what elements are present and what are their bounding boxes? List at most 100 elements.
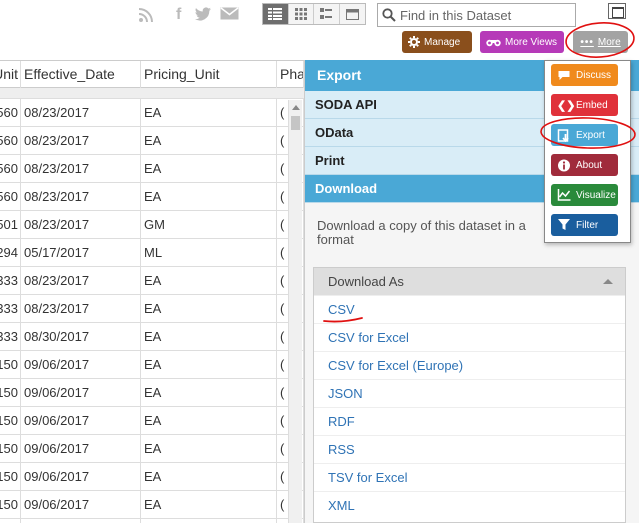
table-row[interactable]: 33308/23/2017EA( [0, 267, 304, 295]
table-cell: 08/23/2017 [21, 211, 141, 238]
table-row[interactable]: 56008/23/2017EA( [0, 183, 304, 211]
format-link-tsv-excel[interactable]: TSV for Excel [314, 463, 625, 491]
column-header-effective-date[interactable]: Effective_Date [21, 61, 141, 88]
table-view-icon [268, 8, 283, 20]
facebook-icon[interactable]: f [176, 7, 181, 23]
table-cell: 09/06/2017 [21, 351, 141, 378]
table-cell: 150 [0, 379, 21, 406]
table-cell: 333 [0, 295, 21, 322]
format-link-rss[interactable]: RSS [314, 435, 625, 463]
table-row[interactable]: 15009/06/2017EA( [0, 351, 304, 379]
grid-body: 56008/23/2017EA(56008/23/2017EA(56008/23… [0, 99, 304, 523]
collapse-caret-icon[interactable] [603, 279, 613, 284]
export-label: Export [576, 129, 605, 141]
email-icon[interactable] [220, 7, 239, 23]
more-views-button[interactable]: More Views [480, 31, 564, 53]
list-view-button[interactable] [314, 4, 340, 24]
vertical-scrollbar[interactable] [288, 100, 302, 523]
table-cell: 150 [0, 519, 21, 523]
table-row[interactable]: 15009/06/2017EA( [0, 463, 304, 491]
table-cell: 501 [0, 211, 21, 238]
table-row[interactable]: 15009/06/2017EA( [0, 519, 304, 523]
table-row[interactable]: 56008/23/2017EA( [0, 155, 304, 183]
binoculars-icon [486, 39, 501, 46]
column-header-pha[interactable]: Pha [277, 61, 304, 88]
embed-button[interactable]: ❮❯ Embed [551, 94, 618, 116]
table-cell: 08/30/2017 [21, 323, 141, 350]
speech-bubble-icon [558, 70, 570, 80]
format-link-xml[interactable]: XML [314, 491, 625, 519]
format-link-csv-excel[interactable]: CSV for Excel [314, 323, 625, 351]
fullscreen-icon[interactable] [608, 3, 626, 19]
table-row[interactable]: 15009/06/2017EA( [0, 407, 304, 435]
format-link-json[interactable]: JSON [314, 379, 625, 407]
tile-view-button[interactable] [289, 4, 314, 24]
format-link-rdf[interactable]: RDF [314, 407, 625, 435]
table-cell: 150 [0, 435, 21, 462]
export-button[interactable]: Export [551, 124, 618, 146]
table-cell: EA [141, 155, 277, 182]
format-link-csv-excel-europe[interactable]: CSV for Excel (Europe) [314, 351, 625, 379]
filter-label: Filter [576, 219, 599, 231]
search-box [377, 3, 576, 27]
table-cell: 09/06/2017 [21, 463, 141, 490]
table-cell: 08/23/2017 [21, 183, 141, 210]
twitter-icon[interactable] [195, 7, 212, 23]
table-cell: 09/06/2017 [21, 407, 141, 434]
visualize-label: Visualize [576, 189, 616, 201]
manage-button[interactable]: Manage [402, 31, 472, 53]
grid-filter-row [0, 88, 304, 99]
table-cell: 294 [0, 239, 21, 266]
table-cell: EA [141, 267, 277, 294]
discuss-button[interactable]: Discuss [551, 64, 618, 86]
table-cell: 09/06/2017 [21, 379, 141, 406]
search-icon[interactable] [378, 8, 400, 22]
more-menu: Discuss ❮❯ Embed Export About Visualize … [544, 60, 631, 243]
visualize-button[interactable]: Visualize [551, 184, 618, 206]
top-toolbar: f Manage More Views ••• More [0, 0, 639, 60]
table-row[interactable]: 56008/23/2017EA( [0, 99, 304, 127]
table-cell: 150 [0, 351, 21, 378]
table-cell: 560 [0, 127, 21, 154]
gear-icon [408, 36, 420, 48]
download-as-box: Download As CSV CSV for Excel CSV for Ex… [313, 267, 626, 523]
table-row[interactable]: 33308/30/2017EA( [0, 323, 304, 351]
scrollbar-thumb[interactable] [291, 116, 300, 130]
table-cell: EA [141, 127, 277, 154]
scroll-up-icon[interactable] [292, 105, 300, 110]
table-cell: EA [141, 435, 277, 462]
table-cell: GM [141, 211, 277, 238]
table-cell: EA [141, 351, 277, 378]
table-row[interactable]: 15009/06/2017EA( [0, 379, 304, 407]
more-button[interactable]: ••• More [573, 31, 628, 53]
table-row[interactable]: 33308/23/2017EA( [0, 295, 304, 323]
table-cell: 09/06/2017 [21, 519, 141, 523]
more-views-label: More Views [505, 36, 558, 48]
table-row[interactable]: 29405/17/2017ML( [0, 239, 304, 267]
table-cell: EA [141, 99, 277, 126]
about-button[interactable]: About [551, 154, 618, 176]
search-input[interactable] [400, 7, 570, 23]
table-cell: 09/06/2017 [21, 435, 141, 462]
page-view-button[interactable] [340, 4, 365, 24]
table-cell: 333 [0, 323, 21, 350]
grid-view-button[interactable] [263, 4, 289, 24]
table-cell: 150 [0, 463, 21, 490]
download-as-header[interactable]: Download As [314, 268, 625, 295]
rss-icon[interactable] [138, 7, 154, 23]
table-cell: 560 [0, 99, 21, 126]
table-row[interactable]: 15009/06/2017EA( [0, 491, 304, 519]
table-cell: EA [141, 323, 277, 350]
line-chart-icon [557, 189, 571, 201]
column-header-unit[interactable]: Unit [0, 61, 21, 88]
table-row[interactable]: 15009/06/2017EA( [0, 435, 304, 463]
manage-label: Manage [424, 36, 461, 48]
data-grid: Unit Effective_Date Pricing_Unit Pha 560… [0, 60, 304, 523]
filter-button[interactable]: Filter [551, 214, 618, 236]
format-link-csv[interactable]: CSV [314, 295, 625, 323]
page-icon [345, 8, 359, 20]
table-cell: EA [141, 295, 277, 322]
table-row[interactable]: 50108/23/2017GM( [0, 211, 304, 239]
table-row[interactable]: 56008/23/2017EA( [0, 127, 304, 155]
column-header-pricing-unit[interactable]: Pricing_Unit [141, 61, 277, 88]
